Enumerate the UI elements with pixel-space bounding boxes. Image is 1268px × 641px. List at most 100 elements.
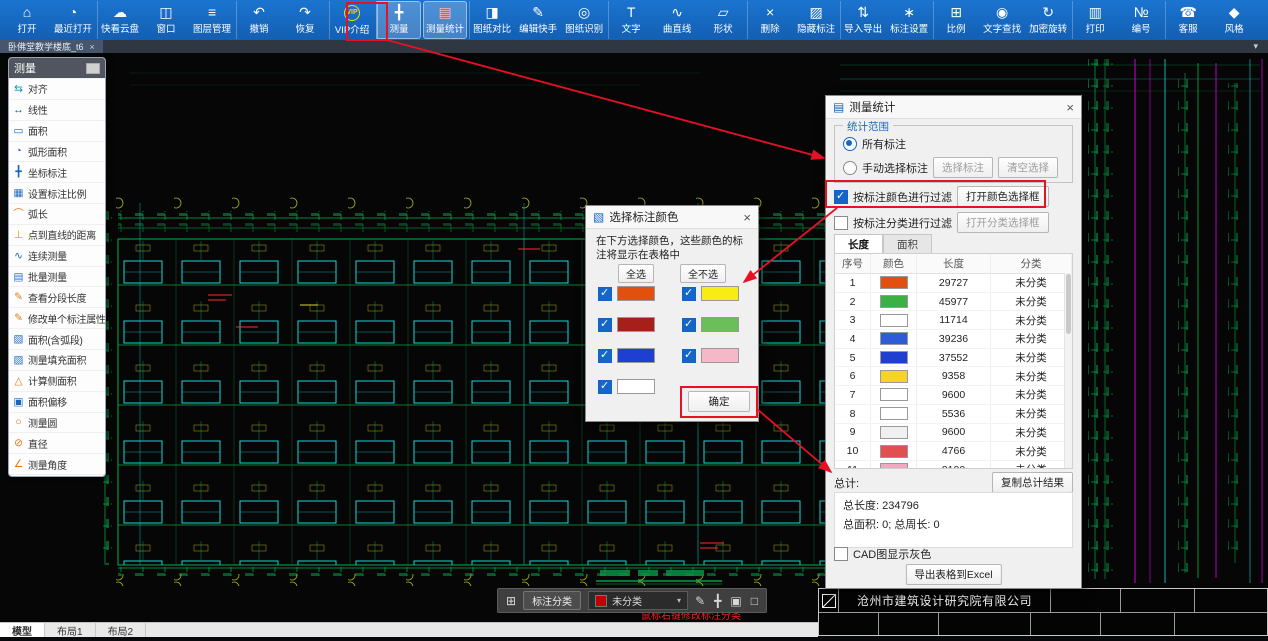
toolbar-button[interactable]: ↻ 加密旋转 [1026, 1, 1070, 39]
measure-tool-item[interactable]: ▣ 面积偏移 [9, 391, 105, 412]
measure-tool-item[interactable]: ╋ 坐标标注 [9, 161, 105, 182]
ok-button[interactable]: 确定 [688, 391, 750, 412]
toolbar-button[interactable]: ≡ 图层管理 [190, 1, 234, 39]
toolbar-button[interactable]: VIP VIP介绍 [329, 1, 374, 39]
scrollbar-thumb[interactable] [1066, 274, 1071, 334]
table-row[interactable]: 10 4766 未分类 [835, 442, 1072, 461]
table-row[interactable]: 8 5536 未分类 [835, 405, 1072, 424]
toolbar-button[interactable]: ✎ 编辑快手 [516, 1, 560, 39]
checkbox-checked-icon[interactable] [598, 380, 612, 394]
measure-tool-item[interactable]: ✎ 修改单个标注属性 [9, 307, 105, 328]
select-all-button[interactable]: 全选 [618, 264, 654, 283]
measure-tool-item[interactable]: ◔ 弧形面积 [9, 141, 105, 162]
close-icon[interactable]: × [743, 210, 751, 225]
toolbar-button[interactable]: ☁ 快看云盘 [97, 1, 142, 39]
dialog-titlebar[interactable]: ▤ 测量统计 × [826, 96, 1081, 119]
checkbox-checked-icon[interactable] [682, 349, 696, 363]
toolbar-button[interactable]: ⌂ 打开 [5, 1, 49, 39]
checkbox-checked-icon[interactable] [598, 287, 612, 301]
tab-close-icon[interactable]: × [90, 42, 95, 52]
toolbar-button[interactable]: № 编号 [1119, 1, 1163, 39]
table-scrollbar[interactable] [1064, 273, 1072, 468]
checkbox-unchecked-icon[interactable] [834, 547, 848, 561]
export-excel-button[interactable]: 导出表格到Excel [905, 564, 1001, 585]
measure-tool-item[interactable]: ∿ 连续测量 [9, 245, 105, 266]
color-option[interactable] [598, 317, 655, 332]
measure-tool-item[interactable]: ▧ 面积(含弧段) [9, 328, 105, 349]
document-tab[interactable]: 卧佛堂教学楼底_t6 × [0, 40, 103, 53]
measure-tool-item[interactable]: ▭ 面积 [9, 120, 105, 141]
toolbar-button[interactable]: ☎ 客服 [1165, 1, 1210, 39]
copy-total-button[interactable]: 复制总计结果 [992, 472, 1073, 493]
layout-tab[interactable]: 模型 [0, 623, 45, 637]
toolbar-button[interactable]: ◉ 文字查找 [980, 1, 1024, 39]
toolbar-button[interactable]: ⇅ 导入导出 [840, 1, 885, 39]
color-option[interactable] [682, 317, 739, 332]
move-icon[interactable]: ╋ [714, 594, 721, 608]
toolbar-button[interactable]: ◔ 最近打开 [51, 1, 95, 39]
measure-tool-item[interactable]: ▦ 设置标注比例 [9, 182, 105, 203]
measure-tool-item[interactable]: ⌒ 弧长 [9, 203, 105, 224]
toolbar-button[interactable]: × 删除 [747, 1, 792, 39]
checkbox-checked-icon[interactable] [598, 349, 612, 363]
table-row[interactable]: 7 9600 未分类 [835, 386, 1072, 405]
select-annotation-button[interactable]: 选择标注 [933, 157, 993, 178]
table-row[interactable]: 2 45977 未分类 [835, 293, 1072, 312]
tab-area[interactable]: 面积 [883, 234, 932, 255]
panel-pin-icon[interactable] [86, 63, 100, 74]
color-option[interactable] [598, 286, 655, 301]
toolbar-button[interactable]: ↷ 恢复 [283, 1, 327, 39]
close-icon[interactable]: × [1066, 100, 1074, 115]
select-none-button[interactable]: 全不选 [680, 264, 726, 283]
measure-tool-item[interactable]: ▨ 测量填充面积 [9, 349, 105, 370]
toolbar-button[interactable]: ☉ 关于 [1258, 1, 1268, 39]
toolbar-button[interactable]: ⊞ 比例 [933, 1, 978, 39]
measure-tool-item[interactable]: ⊥ 点到直线的距离 [9, 224, 105, 245]
color-option[interactable] [598, 379, 655, 394]
measure-tool-item[interactable]: ○ 测量圆 [9, 412, 105, 433]
table-row[interactable]: 5 37552 未分类 [835, 349, 1072, 368]
checkbox-checked-icon[interactable] [682, 287, 696, 301]
annotation-edit-icon[interactable]: ✎ [695, 594, 705, 608]
toolbar-button[interactable]: ▥ 打印 [1072, 1, 1117, 39]
radio-selected-icon[interactable] [843, 137, 857, 151]
table-row[interactable]: 1 29727 未分类 [835, 274, 1072, 293]
table-row[interactable]: 6 9358 未分类 [835, 367, 1072, 386]
toolbar-button[interactable]: ▱ 形状 [701, 1, 745, 39]
box-icon[interactable]: □ [751, 594, 758, 608]
toolbar-button[interactable]: ◆ 风格 [1212, 1, 1256, 39]
cad-gray-row[interactable]: CAD图显示灰色 [834, 546, 931, 562]
color-option[interactable] [682, 348, 739, 363]
measure-tool-item[interactable]: ▦ 测量统计 [9, 474, 105, 477]
tab-length[interactable]: 长度 [834, 234, 883, 255]
ribbon-collapse-icon[interactable]: ▾ [1253, 41, 1258, 52]
measure-tool-item[interactable]: ▤ 批量测量 [9, 266, 105, 287]
measure-tool-item[interactable]: ⊘ 直径 [9, 432, 105, 453]
toolbar-button[interactable]: ◨ 图纸对比 [469, 1, 514, 39]
measure-tool-item[interactable]: ⇆ 对齐 [9, 78, 105, 99]
color-option[interactable] [682, 286, 739, 301]
measure-tool-item[interactable]: ↔ 线性 [9, 99, 105, 120]
checkbox-unchecked-icon[interactable] [834, 216, 848, 230]
toolbar-button[interactable]: ╋ 测量 [376, 1, 421, 39]
toolbar-button[interactable]: ∗ 标注设置 [887, 1, 931, 39]
measure-panel-header[interactable]: 测量 [9, 58, 105, 78]
toolbar-button[interactable]: ◎ 图纸识别 [562, 1, 606, 39]
radio-all-annotations[interactable]: 所有标注 [843, 136, 906, 152]
toolbar-button[interactable]: ▤ 测量统计 [423, 1, 467, 39]
toolbar-button[interactable]: ↶ 撤销 [236, 1, 281, 39]
layout-tab[interactable]: 布局2 [96, 623, 147, 637]
grid-icon[interactable]: ⊞ [506, 594, 516, 608]
open-class-picker-button[interactable]: 打开分类选择框 [957, 212, 1049, 233]
toolbar-button[interactable]: ∿ 曲直线 [655, 1, 699, 39]
table-row[interactable]: 4 39236 未分类 [835, 330, 1072, 349]
toolbar-button[interactable]: ◫ 窗口 [144, 1, 188, 39]
toolbar-button[interactable]: ▨ 隐藏标注 [794, 1, 838, 39]
table-row[interactable]: 11 9100 未分类 [835, 461, 1072, 469]
table-row[interactable]: 3 11714 未分类 [835, 311, 1072, 330]
layout-tab[interactable]: 布局1 [45, 623, 96, 637]
classification-dropdown[interactable]: 未分类 ▾ [588, 591, 688, 610]
toolbar-button[interactable]: T 文字 [608, 1, 653, 39]
copy-icon[interactable]: ▣ [730, 594, 741, 608]
checkbox-checked-icon[interactable] [834, 190, 848, 204]
